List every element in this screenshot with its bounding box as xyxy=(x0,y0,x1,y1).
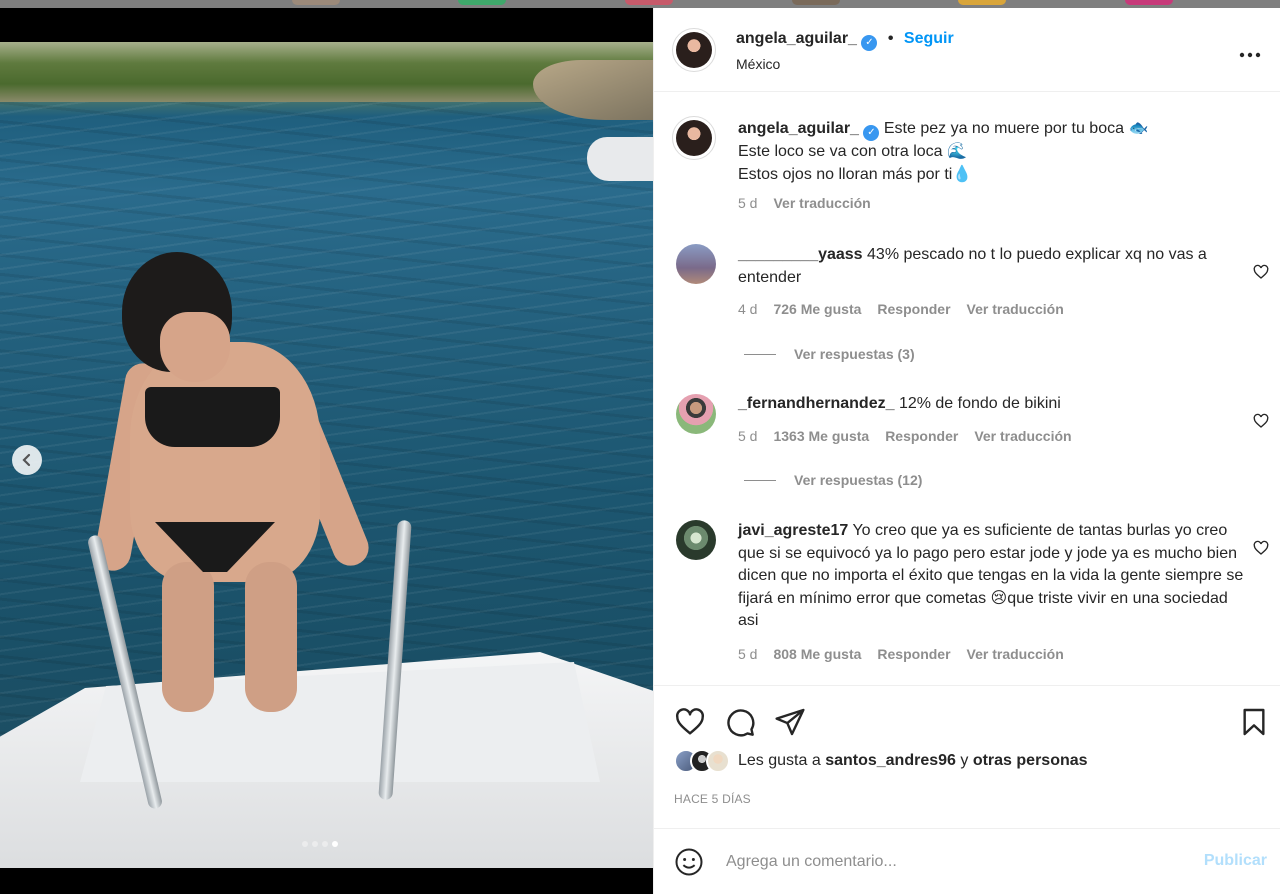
comment-text: _fernandhernandez_ 12% de fondo de bikin… xyxy=(738,393,1238,416)
comment-likes[interactable]: 808 Me gusta xyxy=(773,646,861,662)
publish-button[interactable]: Publicar xyxy=(1204,852,1267,870)
author-username[interactable]: angela_aguilar_ xyxy=(736,30,857,47)
post-photo xyxy=(0,42,653,868)
comment-meta: 5 d 1363 Me gusta Responder Ver traducci… xyxy=(738,428,1072,444)
comment-text: _________yaass 43% pescado no t lo puedo… xyxy=(738,244,1238,289)
likes-prefix: Les gusta a xyxy=(738,752,821,769)
story-ring xyxy=(625,0,673,5)
header-title-row: angela_aguilar_ ✓ • Seguir xyxy=(736,30,954,51)
caption-meta: 5 d Ver traducción xyxy=(738,195,871,211)
story-ring xyxy=(792,0,840,5)
chevron-left-icon xyxy=(22,453,31,467)
likes-summary[interactable]: Les gusta a santos_andres96 y otras pers… xyxy=(674,749,1088,773)
right-leg xyxy=(245,562,297,712)
comments-list[interactable]: angela_aguilar_ ✓ Este pez ya no muere p… xyxy=(654,92,1280,685)
author-avatar[interactable] xyxy=(676,32,712,68)
commenter-username[interactable]: _________yaass xyxy=(738,246,863,263)
like-comment-heart-icon[interactable] xyxy=(1253,264,1269,280)
caption-age: 5 d xyxy=(738,195,758,211)
commenter-avatar[interactable] xyxy=(676,520,716,560)
carousel-indicator xyxy=(302,841,338,847)
verified-badge-icon: ✓ xyxy=(861,35,878,51)
commenter-username[interactable]: javi_agreste17 xyxy=(738,522,848,539)
reply-button[interactable]: Responder xyxy=(877,301,950,317)
post-media xyxy=(0,8,653,894)
reply-button[interactable]: Responder xyxy=(877,646,950,662)
caption-username[interactable]: angela_aguilar_ xyxy=(738,120,859,137)
comment-likes[interactable]: 726 Me gusta xyxy=(773,301,861,317)
comment-input[interactable] xyxy=(726,850,1176,874)
share-send-icon[interactable] xyxy=(774,706,806,738)
caption-line: Estos ojos no lloran más por ti💧 xyxy=(738,165,973,183)
like-comment-heart-icon[interactable] xyxy=(1253,540,1269,556)
face xyxy=(160,312,230,382)
commenter-avatar[interactable] xyxy=(676,394,716,434)
save-bookmark-icon[interactable] xyxy=(1238,706,1270,738)
carousel-dot xyxy=(322,841,328,847)
comment-meta: 5 d 808 Me gusta Responder Ver traducció… xyxy=(738,646,1064,662)
caption-text: angela_aguilar_ ✓ Este pez ya no muere p… xyxy=(738,118,1248,186)
commenter-avatar[interactable] xyxy=(676,244,716,284)
comment-text: javi_agreste17 Yo creo que ya es suficie… xyxy=(738,520,1248,633)
bikini-top xyxy=(145,387,280,447)
translate-link[interactable]: Ver traducción xyxy=(974,428,1071,444)
carousel-dot xyxy=(332,841,338,847)
person-figure xyxy=(92,252,420,712)
translate-link[interactable]: Ver traducción xyxy=(967,301,1064,317)
post-actions: Les gusta a santos_andres96 y otras pers… xyxy=(654,685,1280,839)
liker-username[interactable]: santos_andres96 xyxy=(825,752,956,769)
post-header: angela_aguilar_ ✓ • Seguir México xyxy=(654,8,1280,92)
verified-badge-icon: ✓ xyxy=(863,125,880,141)
more-horizontal-icon xyxy=(1239,52,1261,58)
post-date[interactable]: HACE 5 DÍAS xyxy=(674,792,751,806)
comment-composer: Publicar xyxy=(654,828,1280,894)
comment-bubble-icon[interactable] xyxy=(724,706,756,738)
translate-link[interactable]: Ver traducción xyxy=(967,646,1064,662)
likes-joiner: y xyxy=(960,752,969,769)
reply-button[interactable]: Responder xyxy=(885,428,958,444)
browser-top-strip xyxy=(0,0,1280,8)
caption-line: Este pez ya no muere por tu boca 🐟 xyxy=(883,120,1149,137)
post-sidebar: angela_aguilar_ ✓ • Seguir México angela… xyxy=(653,8,1280,894)
like-heart-icon[interactable] xyxy=(674,706,706,738)
others-link[interactable]: otras personas xyxy=(973,752,1088,769)
commenter-username[interactable]: _fernandhernandez_ xyxy=(738,395,894,412)
carousel-dot xyxy=(312,841,318,847)
liker-avatar xyxy=(706,749,730,773)
view-replies-button[interactable]: Ver respuestas (12) xyxy=(744,472,922,488)
comment-age: 4 d xyxy=(738,301,758,317)
story-ring xyxy=(958,0,1006,5)
likes-text: Les gusta a santos_andres96 y otras pers… xyxy=(738,752,1088,770)
left-leg xyxy=(162,562,214,712)
emoji-icon[interactable] xyxy=(674,847,704,877)
carousel-dot xyxy=(302,841,308,847)
translate-link[interactable]: Ver traducción xyxy=(773,195,870,211)
more-options-button[interactable] xyxy=(1239,38,1261,64)
comment-likes[interactable]: 1363 Me gusta xyxy=(773,428,869,444)
follow-button[interactable]: Seguir xyxy=(904,30,954,47)
comment-body: 12% de fondo de bikini xyxy=(898,395,1061,412)
caption-avatar[interactable] xyxy=(676,120,712,156)
comment-meta: 4 d 726 Me gusta Responder Ver traducció… xyxy=(738,301,1064,317)
view-replies-label: Ver respuestas (12) xyxy=(794,472,923,488)
comment-age: 5 d xyxy=(738,646,758,662)
story-ring xyxy=(292,0,340,5)
post-location[interactable]: México xyxy=(736,56,780,72)
previous-slide-button[interactable] xyxy=(12,445,42,475)
story-ring xyxy=(458,0,506,5)
story-ring xyxy=(1125,0,1173,5)
caption-line: Este loco se va con otra loca 🌊 xyxy=(738,143,967,160)
view-replies-button[interactable]: Ver respuestas (3) xyxy=(744,346,915,362)
comment-age: 5 d xyxy=(738,428,758,444)
like-comment-heart-icon[interactable] xyxy=(1253,413,1269,429)
view-replies-label: Ver respuestas (3) xyxy=(794,346,915,362)
separator-dot: • xyxy=(887,30,894,47)
dinghy xyxy=(587,137,653,181)
